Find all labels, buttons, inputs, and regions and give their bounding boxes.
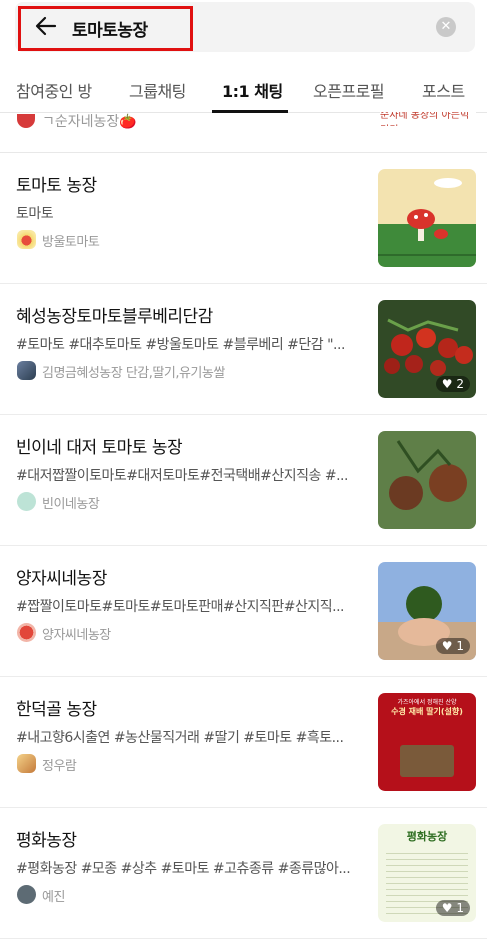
avatar <box>17 114 35 128</box>
tab-joined-rooms[interactable]: 참여중인 방 <box>16 78 92 102</box>
avatar <box>17 623 36 642</box>
room-description: #대저짭짤이토마토#대저토마토#전국택배#산지직송 #... <box>16 468 348 484</box>
tab-one-to-one-chat[interactable]: 1:1 채팅 <box>222 78 283 102</box>
room-description: #짭짤이토마토#토마토#토마토판매#산지직판#산지직... <box>16 599 344 615</box>
clear-icon[interactable]: ✕ <box>436 17 456 37</box>
thumbnail: ♥ 2 <box>378 300 476 398</box>
like-count: ♥ 1 <box>435 900 470 916</box>
thumbnail: 평화농장 ♥ 1 <box>378 824 476 922</box>
thumbnail: 순자네 농장의 아는빅기키 <box>380 112 476 126</box>
list-item[interactable]: 혜성농장토마토블루베리단감 #토마토 #대추토마토 #방울토마토 #블루베리 #… <box>0 284 487 415</box>
owner-name: 정우람 <box>42 759 77 774</box>
thumbnail-heading: 수경 재배 딸기(설향) <box>391 707 463 716</box>
thumbnail: ♥ 1 <box>378 562 476 660</box>
owner-name: 양자씨네농장 <box>42 628 111 643</box>
room-description: #토마토 #대추토마토 #방울토마토 #블루베리 #단감 "... <box>16 337 345 353</box>
room-title: 토마토 농장 <box>16 176 97 196</box>
back-arrow-icon[interactable] <box>34 14 58 38</box>
tab-post[interactable]: 포스트 <box>422 78 465 102</box>
tab-group-chat[interactable]: 그룹채팅 <box>129 78 186 102</box>
search-input[interactable]: 토마토농장 <box>72 16 148 41</box>
tab-open-profile[interactable]: 오픈프로필 <box>313 78 385 102</box>
list-item[interactable]: 빈이네 대저 토마토 농장 #대저짭짤이토마토#대저토마토#전국택배#산지직송 … <box>0 415 487 546</box>
room-title: 평화농장 <box>16 831 77 851</box>
room-description: #내고향6시출연 #농산물직거래 #딸기 #토마토 #흑토... <box>16 730 344 746</box>
list-item[interactable]: 토마토 농장 토마토 방울토마토 <box>0 153 487 284</box>
owner-name: 예진 <box>42 890 65 905</box>
room-title: 양자씨네농장 <box>16 569 107 589</box>
thumbnail-caption: 가즈아에서 정해진 산양 <box>397 699 457 706</box>
thumbnail <box>378 431 476 529</box>
room-title: 한덕골 농장 <box>16 700 97 720</box>
owner-name: ㄱ순자네농장🍅 <box>42 114 137 130</box>
avatar <box>17 361 36 380</box>
avatar <box>17 230 36 249</box>
avatar <box>17 492 36 511</box>
list-item[interactable]: 평화농장 #평화농장 #모종 #상추 #토마토 #고츄종류 #종류많아... 예… <box>0 808 487 939</box>
room-title: 혜성농장토마토블루베리단감 <box>16 307 213 327</box>
list-item[interactable]: 양자씨네농장 #짭짤이토마토#토마토#토마토판매#산지직판#산지직... 양자씨… <box>0 546 487 677</box>
list-item[interactable]: 한덕골 농장 #내고향6시출연 #농산물직거래 #딸기 #토마토 #흑토... … <box>0 677 487 808</box>
thumbnail <box>378 169 476 267</box>
owner-name: 김명금혜성농장 단감,딸기,유기농쌀 <box>42 366 225 381</box>
tab-bar: 참여중인 방 그룹채팅 1:1 채팅 오픈프로필 포스트 <box>0 62 487 113</box>
thumbnail: 가즈아에서 정해진 산양 수경 재배 딸기(설향) <box>378 693 476 791</box>
room-description: #평화농장 #모종 #상추 #토마토 #고츄종류 #종류많아... <box>16 861 351 877</box>
avatar <box>17 754 36 773</box>
owner-name: 방울토마토 <box>42 235 100 250</box>
owner-name: 빈이네농장 <box>42 497 100 512</box>
avatar <box>17 885 36 904</box>
thumbnail-heading: 평화농장 <box>406 830 448 843</box>
like-count: ♥ 2 <box>435 376 470 392</box>
room-title: 빈이네 대저 토마토 농장 <box>16 438 183 458</box>
like-count: ♥ 1 <box>435 638 470 654</box>
room-description: 토마토 <box>16 206 54 222</box>
list-item-partial[interactable]: ㄱ순자네농장🍅 순자네 농장의 아는빅기키 <box>0 112 487 153</box>
